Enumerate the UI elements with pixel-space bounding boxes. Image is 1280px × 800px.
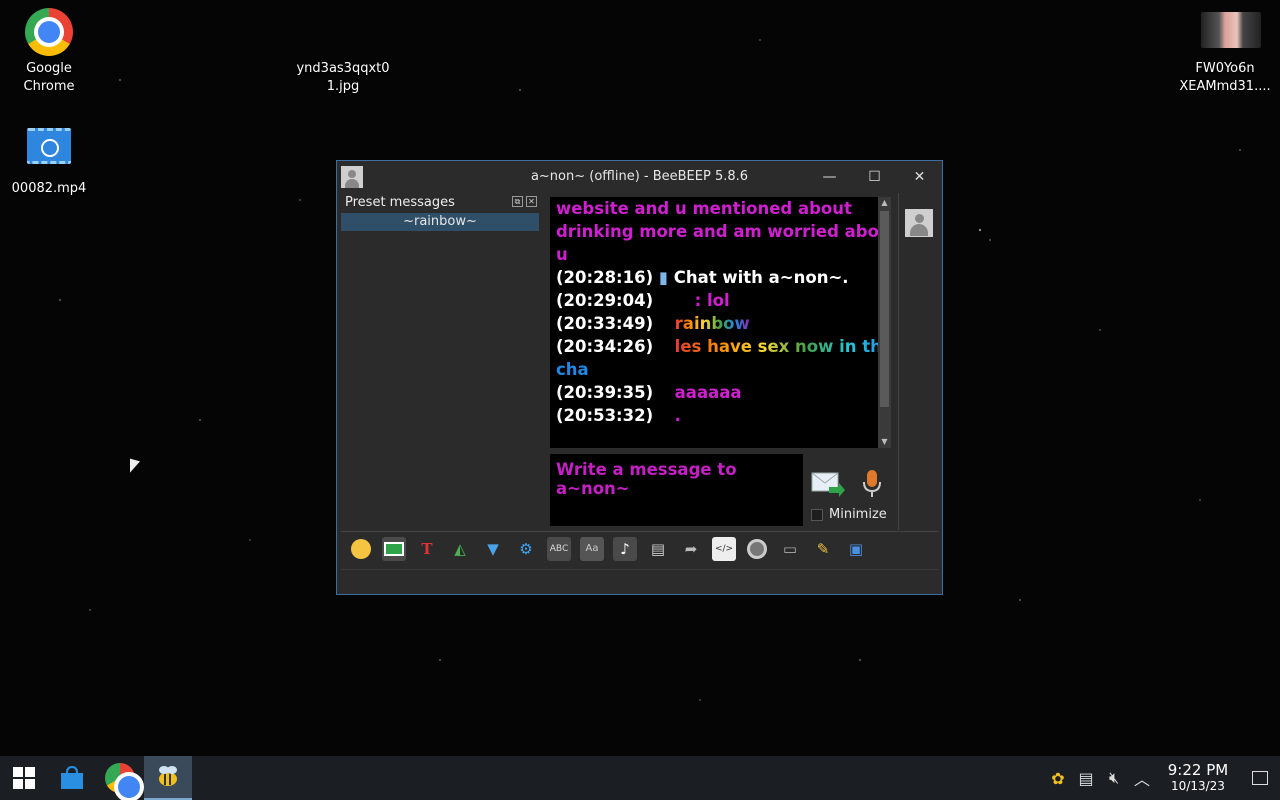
chat-line: website and u mentioned about — [556, 199, 852, 218]
tray-clipboard-icon[interactable]: ▤ — [1072, 756, 1100, 800]
bee-icon — [159, 766, 177, 786]
chat-line: (20:28:16) ▮ Chat with a~non~. — [556, 266, 872, 289]
clock-time: 9:22 PM — [1167, 761, 1229, 779]
desktop-icon-label: 00082.mp4 — [11, 181, 87, 196]
chrome-icon — [25, 8, 73, 56]
close-button[interactable]: ✕ — [897, 161, 942, 192]
scroll-down-icon[interactable]: ▼ — [878, 436, 891, 448]
chat-line: (20:39:35) aaaaaa — [556, 381, 872, 404]
system-tray: ✿ ▤ 🔇︎ ︿ 9:22 PM 10/13/23 — [1044, 756, 1280, 800]
beebeep-taskbar-button[interactable] — [144, 756, 192, 800]
user-avatar-icon — [341, 165, 363, 188]
chat-line: (20:53:32) . — [556, 404, 872, 427]
minimize-button[interactable]: — — [807, 161, 852, 192]
mouse-cursor-icon — [130, 458, 140, 476]
chat-toolbar: T ◭ ▼ ⚙ ABC Aa ♪ ▤ ➦ </> ▭ ✎ ▣ — [341, 531, 938, 565]
spellcheck-icon[interactable]: ABC — [547, 536, 571, 561]
send-message-icon[interactable] — [811, 469, 845, 497]
microphone-icon[interactable] — [861, 469, 883, 499]
close-panel-icon[interactable]: ✕ — [526, 196, 537, 207]
chat-line: (20:29:04) : lol — [556, 289, 872, 312]
video-file-icon — [25, 128, 73, 176]
chat-line: cha — [556, 360, 589, 379]
chat-line: (20:34:26) les have sex now in the — [556, 335, 878, 358]
file-icon[interactable]: ▤ — [646, 537, 670, 561]
preset-messages-panel: Preset messages ⧉ ✕ ~rainbow~ — [341, 193, 539, 523]
system-message: Chat with a~non~. — [673, 268, 849, 287]
chevron-up-icon[interactable]: ︿ — [1128, 756, 1156, 800]
settings-icon[interactable]: ⚙ — [514, 537, 538, 561]
timestamp: (20:39:35) — [556, 383, 654, 402]
title-bar[interactable]: a~non~ (offline) - BeeBEEP 5.8.6 — ☐ ✕ — [337, 161, 942, 192]
desktop-icon-label: ynd3as3qqxt0 1.jpg — [296, 61, 390, 94]
float-panel-icon[interactable]: ⧉ — [512, 196, 523, 207]
record-icon[interactable] — [745, 537, 769, 561]
edit-icon[interactable]: ✎ — [811, 537, 835, 561]
chat-line: drinking more and am worried about — [556, 222, 878, 241]
send-file-icon[interactable]: ➦ — [679, 537, 703, 561]
terminal-icon[interactable]: ▭ — [778, 537, 802, 561]
user-avatar-icon[interactable] — [905, 209, 933, 237]
mail-icon[interactable] — [382, 536, 406, 561]
timestamp: (20:33:49) — [556, 314, 654, 333]
tray-bee-icon[interactable]: ✿ — [1044, 756, 1072, 800]
taskbar: ✿ ▤ 🔇︎ ︿ 9:22 PM 10/13/23 — [0, 756, 1280, 800]
checkbox-box[interactable] — [811, 508, 823, 521]
message-text: rainbow — [674, 314, 750, 333]
music-icon[interactable]: ♪ — [613, 536, 637, 561]
clock-date: 10/13/23 — [1171, 779, 1225, 793]
save-icon[interactable]: ▣ — [844, 537, 868, 561]
text-format-icon[interactable]: T — [415, 537, 439, 561]
desktop-icon-label: Google Chrome — [23, 61, 75, 94]
preset-panel-header: Preset messages ⧉ ✕ — [341, 193, 539, 213]
font-icon[interactable]: Aa — [580, 536, 604, 561]
chrome-icon — [105, 763, 140, 798]
message-text: : lol — [694, 291, 730, 310]
chat-window[interactable]: a~non~ (offline) - BeeBEEP 5.8.6 — ☐ ✕ P… — [336, 160, 943, 595]
chat-log[interactable]: website and u mentioned about drinking m… — [550, 197, 878, 448]
timestamp: (20:28:16) — [556, 268, 654, 287]
status-bar — [341, 569, 938, 593]
color-icon[interactable]: ◭ — [448, 537, 472, 561]
code-icon[interactable]: </> — [712, 536, 736, 561]
chat-line: (20:33:49) rainbow — [556, 312, 872, 335]
minimize-checkbox[interactable]: Minimize — [811, 507, 887, 522]
maximize-button[interactable]: ☐ — [852, 161, 897, 192]
smiley-icon[interactable] — [349, 537, 373, 561]
minimize-label: Minimize — [829, 507, 887, 522]
desktop-icon-jpg[interactable]: ynd3as3qqxt0 1.jpg — [295, 60, 391, 96]
preset-item[interactable]: ~rainbow~ — [341, 213, 539, 231]
desktop-icon-label: FW0Yo6n XEAMmd31.... — [1179, 61, 1271, 94]
timestamp: (20:29:04) — [556, 291, 654, 310]
clock[interactable]: 9:22 PM 10/13/23 — [1156, 762, 1240, 794]
start-button[interactable] — [0, 756, 48, 800]
desktop-icon-mp4[interactable]: 00082.mp4 — [1, 124, 97, 198]
chrome-taskbar-button[interactable] — [96, 756, 144, 800]
store-button[interactable] — [48, 756, 96, 800]
image-thumbnail-icon — [1201, 12, 1261, 52]
chat-bubble-icon: ▮ — [658, 268, 669, 287]
timestamp: (20:34:26) — [556, 337, 654, 356]
user-list-panel — [898, 193, 940, 530]
volume-muted-icon[interactable]: 🔇︎ — [1100, 756, 1128, 800]
message-text: . — [674, 406, 681, 425]
store-icon — [61, 765, 83, 789]
message-text: aaaaaa — [674, 383, 742, 402]
preset-panel-title: Preset messages — [345, 195, 455, 210]
windows-icon — [13, 767, 35, 789]
desktop-icon-image[interactable]: FW0Yo6n XEAMmd31.... — [1177, 12, 1273, 96]
filter-icon[interactable]: ▼ — [481, 537, 505, 561]
timestamp: (20:53:32) — [556, 406, 654, 425]
notification-button[interactable] — [1240, 756, 1280, 800]
chat-scrollbar[interactable]: ▲ ▼ — [878, 197, 891, 448]
message-input[interactable]: Write a message to a~non~ — [550, 454, 803, 526]
scroll-up-icon[interactable]: ▲ — [878, 197, 891, 209]
scroll-thumb[interactable] — [880, 211, 889, 407]
desktop-icon-chrome[interactable]: Google Chrome — [1, 8, 97, 96]
message-text: les have sex now in the — [675, 337, 878, 356]
notification-icon — [1252, 771, 1268, 785]
chat-line: u — [556, 245, 568, 264]
